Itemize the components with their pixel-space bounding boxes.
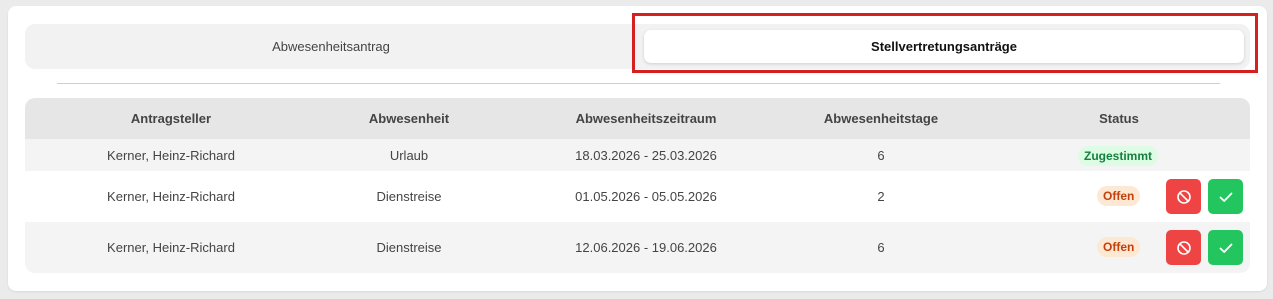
applicant-cell: Kerner, Heinz-Richard bbox=[107, 189, 235, 204]
absence-type-cell: Urlaub bbox=[389, 147, 429, 163]
check-icon bbox=[1219, 243, 1232, 253]
header-antragsteller: Antragsteller bbox=[130, 111, 212, 126]
table-row: Kerner, Heinz-Richard Dienstreise 12.06.… bbox=[25, 222, 1250, 273]
period-cell: 01.05.2026 - 05.05.2026 bbox=[575, 189, 717, 204]
tab-stellvertretungsantraege[interactable]: Stellvertretungsanträge bbox=[644, 30, 1244, 63]
approve-button[interactable] bbox=[1208, 230, 1243, 265]
reject-button[interactable] bbox=[1166, 179, 1201, 214]
days-cell: 6 bbox=[877, 147, 885, 163]
absence-type-cell: Dienstreise bbox=[376, 189, 442, 204]
divider bbox=[57, 83, 1220, 84]
status-badge: Zugestimmt bbox=[1078, 146, 1159, 166]
ban-icon bbox=[1176, 240, 1191, 255]
header-status: Status bbox=[1099, 111, 1139, 126]
status-badge: Offen bbox=[1097, 186, 1141, 206]
tab-bar: Abwesenheitsantrag Stellvertretungsanträ… bbox=[25, 24, 1250, 69]
requests-table: Antragsteller Abwesenheit Abwesenheitsze… bbox=[25, 98, 1250, 273]
period-cell: 12.06.2026 - 19.06.2026 bbox=[575, 240, 717, 255]
table-header: Antragsteller Abwesenheit Abwesenheitsze… bbox=[25, 98, 1250, 139]
header-tage: Abwesenheitstage bbox=[823, 111, 939, 126]
approve-button[interactable] bbox=[1208, 179, 1243, 214]
applicant-cell: Kerner, Heinz-Richard bbox=[107, 147, 235, 163]
days-cell: 6 bbox=[877, 240, 885, 255]
table-row: Kerner, Heinz-Richard Dienstreise 01.05.… bbox=[25, 171, 1250, 222]
applicant-cell: Kerner, Heinz-Richard bbox=[107, 240, 235, 255]
table-row: Kerner, Heinz-Richard Urlaub 18.03.2026 … bbox=[25, 139, 1250, 171]
ban-icon bbox=[1176, 189, 1191, 204]
header-zeitraum: Abwesenheitszeitraum bbox=[575, 111, 717, 126]
header-abwesenheit: Abwesenheit bbox=[368, 111, 450, 126]
status-badge: Offen bbox=[1097, 237, 1141, 257]
reject-button[interactable] bbox=[1166, 230, 1201, 265]
tab-abwesenheitsantrag[interactable]: Abwesenheitsantrag bbox=[25, 24, 637, 69]
days-cell: 2 bbox=[877, 189, 885, 204]
absence-type-cell: Dienstreise bbox=[376, 240, 442, 255]
period-cell: 18.03.2026 - 25.03.2026 bbox=[575, 147, 717, 163]
check-icon bbox=[1219, 192, 1232, 202]
